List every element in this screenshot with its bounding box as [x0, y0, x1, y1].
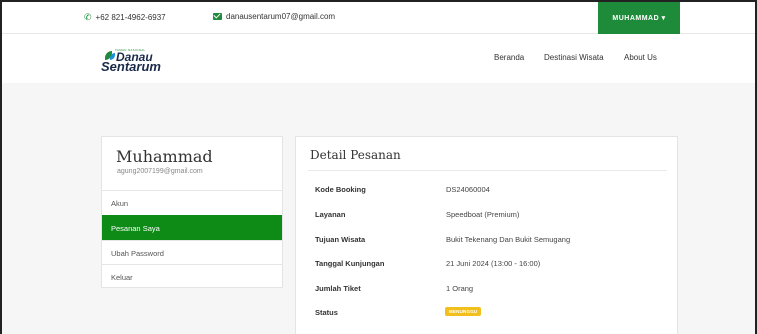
order-detail-card: Detail Pesanan Kode Booking DS24060004 L… [295, 136, 678, 334]
site-logo[interactable]: TAMAN NASIONAL Danau Sentarum [101, 48, 171, 74]
sidebar-item-keluar[interactable]: Keluar [102, 264, 282, 289]
email-address: danausentarum07@gmail.com [226, 12, 336, 21]
user-name: Muhammad [116, 147, 213, 166]
nav-link-about-us[interactable]: About Us [624, 53, 657, 62]
label-tanggal-kunjungan: Tanggal Kunjungan [315, 259, 385, 268]
phone-number: +62 821-4962-6937 [95, 13, 166, 22]
mail-icon [213, 13, 222, 20]
detail-title: Detail Pesanan [310, 148, 401, 162]
value-tujuan-wisata: Bukit Tekenang Dan Bukit Semugang [446, 235, 571, 244]
sidebar-item-akun[interactable]: Akun [102, 190, 282, 215]
nav-link-destinasi-wisata[interactable]: Destinasi Wisata [544, 53, 604, 62]
label-jumlah-tiket: Jumlah Tiket [315, 284, 361, 293]
phone-contact[interactable]: ✆ +62 821-4962-6937 [84, 12, 166, 23]
value-kode-booking: DS24060004 [446, 185, 490, 194]
value-jumlah-tiket: 1 Orang [446, 284, 474, 293]
status-badge: MENUNGGU [445, 307, 482, 316]
top-contact-bar: ✆ +62 821-4962-6937 danausentarum07@gmai… [2, 2, 755, 34]
label-kode-booking: Kode Booking [315, 185, 366, 194]
nav-link-beranda[interactable]: Beranda [494, 53, 524, 62]
label-layanan: Layanan [315, 210, 346, 219]
logo-text-line2: Sentarum [101, 59, 161, 74]
sidebar-item-pesanan-saya[interactable]: Pesanan Saya [102, 215, 282, 240]
sidebar-item-ubah-password[interactable]: Ubah Password [102, 240, 282, 265]
title-divider [308, 170, 667, 171]
phone-icon: ✆ [84, 12, 92, 22]
value-layanan: Speedboat (Premium) [446, 210, 520, 219]
label-tujuan-wisata: Tujuan Wisata [315, 235, 366, 244]
account-sidebar: Muhammad agung2007199@gmail.com Akun Pes… [101, 136, 283, 288]
email-contact[interactable]: danausentarum07@gmail.com [213, 12, 335, 21]
label-status: Status [315, 308, 338, 317]
user-email: agung2007199@gmail.com [117, 168, 203, 175]
main-navbar: TAMAN NASIONAL Danau Sentarum Beranda De… [2, 35, 755, 83]
value-tanggal-kunjungan: 21 Juni 2024 (13:00 - 16:00) [446, 259, 541, 268]
user-menu-button[interactable]: MUHAMMAD ▾ [598, 2, 680, 34]
